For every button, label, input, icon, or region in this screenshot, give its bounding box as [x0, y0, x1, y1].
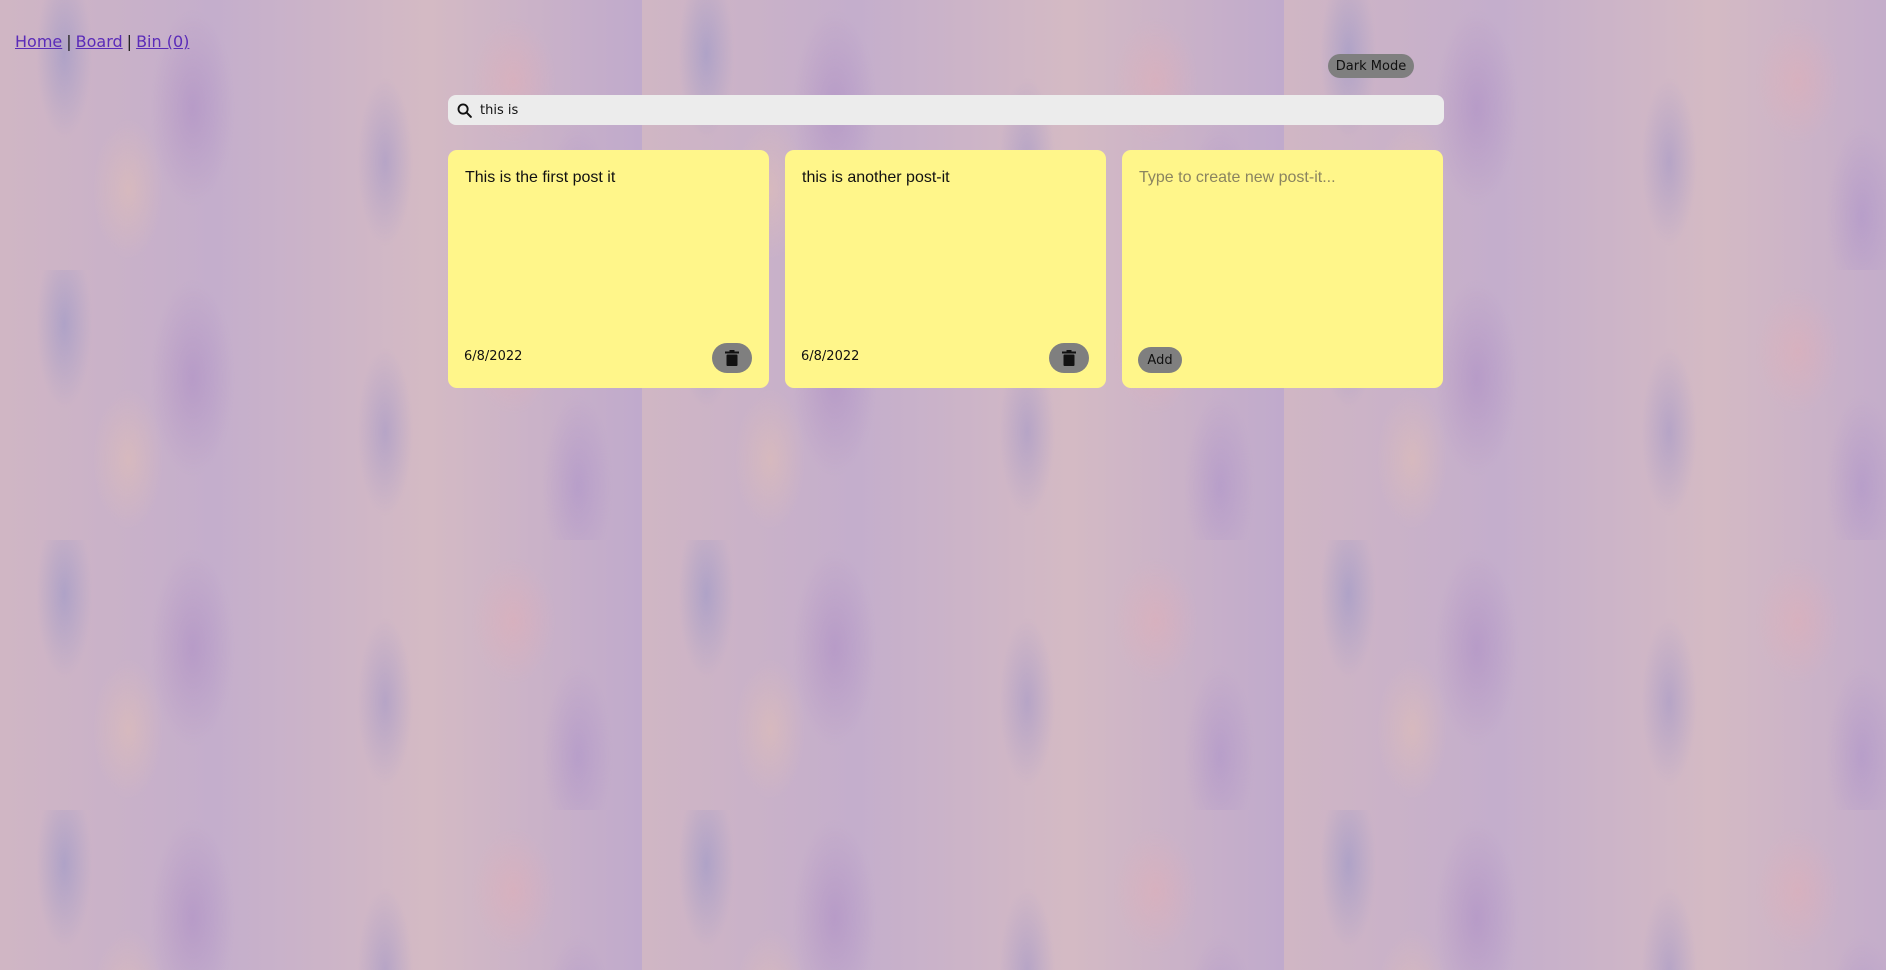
delete-note-button[interactable] — [712, 343, 752, 373]
note-date: 6/8/2022 — [464, 349, 523, 364]
nav-separator: | — [126, 32, 133, 51]
nav-link-home[interactable]: Home — [15, 32, 62, 51]
delete-note-button[interactable] — [1049, 343, 1089, 373]
new-note-card: Add — [1122, 150, 1443, 388]
search-icon — [454, 100, 474, 120]
notes-grid: This is the first post it 6/8/2022 this … — [448, 150, 1443, 388]
nav-link-bin[interactable]: Bin (0) — [136, 32, 189, 51]
note-text: This is the first post it — [465, 169, 616, 186]
top-nav: Home | Board | Bin (0) — [15, 32, 189, 51]
note-text: this is another post-it — [802, 169, 950, 186]
note-card: this is another post-it 6/8/2022 — [785, 150, 1106, 388]
new-note-textarea[interactable] — [1139, 169, 1424, 319]
add-note-button[interactable]: Add — [1138, 347, 1182, 373]
search-bar — [448, 95, 1444, 125]
nav-link-board[interactable]: Board — [76, 32, 123, 51]
search-input[interactable] — [478, 101, 1422, 119]
dark-mode-toggle-button[interactable]: Dark Mode — [1328, 54, 1414, 78]
trash-icon — [725, 350, 739, 366]
note-card: This is the first post it 6/8/2022 — [448, 150, 769, 388]
note-date: 6/8/2022 — [801, 349, 860, 364]
trash-icon — [1062, 350, 1076, 366]
nav-separator: | — [66, 32, 72, 51]
